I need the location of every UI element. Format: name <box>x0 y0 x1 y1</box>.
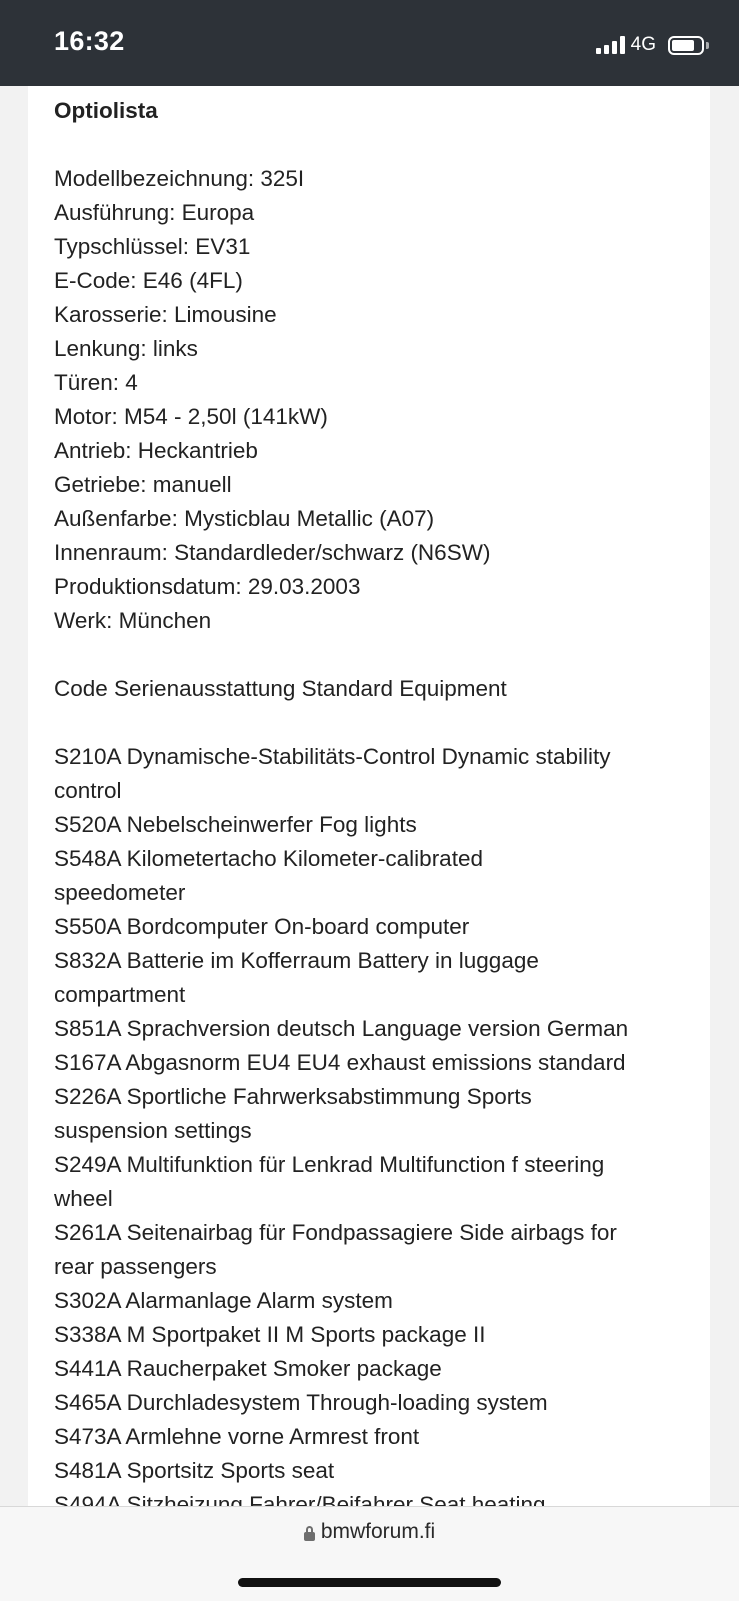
vehicle-info-line: Lenkung: links <box>54 336 198 361</box>
equipment-line: S441A Raucherpaket Smoker package <box>54 1356 442 1381</box>
post-title: Optiolista <box>54 98 158 123</box>
status-time: 16:32 <box>54 26 125 56</box>
vehicle-info-line: Antrieb: Heckantrieb <box>54 438 258 463</box>
equipment-line: control <box>54 778 122 803</box>
equipment-line: S167A Abgasnorm EU4 EU4 exhaust emission… <box>54 1050 626 1075</box>
equipment-line: S465A Durchladesystem Through-loading sy… <box>54 1390 548 1415</box>
equipment-line: S851A Sprachversion deutsch Language ver… <box>54 1016 629 1041</box>
equipment-line: S338A M Sportpaket II M Sports package I… <box>54 1322 486 1347</box>
status-bar: 16:32 4G <box>0 0 739 86</box>
network-type: 4G <box>630 34 656 55</box>
equipment-line: suspension settings <box>54 1118 252 1143</box>
vehicle-info-line: Modellbezeichnung: 325I <box>54 166 305 191</box>
vehicle-info-line: Türen: 4 <box>54 370 138 395</box>
equipment-line: compartment <box>54 982 186 1007</box>
forum-post: Optiolista Modellbezeichnung: 325I Ausfü… <box>28 86 710 1506</box>
vehicle-info-line: Getriebe: manuell <box>54 472 232 497</box>
browser-bottom-bar: bmwforum.fi <box>0 1506 739 1601</box>
vehicle-info-line: Karosserie: Limousine <box>54 302 277 327</box>
equipment-heading: Code Serienausstattung Standard Equipmen… <box>54 676 507 701</box>
equipment-line: S832A Batterie im Kofferraum Battery in … <box>54 948 539 973</box>
vehicle-info-line: Werk: München <box>54 608 212 633</box>
equipment-line: rear passengers <box>54 1254 217 1279</box>
vehicle-info-line: Motor: M54 - 2,50l (141kW) <box>54 404 328 429</box>
equipment-line: S548A Kilometertacho Kilometer-calibrate… <box>54 846 483 871</box>
page-content[interactable]: Optiolista Modellbezeichnung: 325I Ausfü… <box>0 86 739 1506</box>
vehicle-info-line: E-Code: E46 (4FL) <box>54 268 243 293</box>
equipment-line: S261A Seitenairbag für Fondpassagiere Si… <box>54 1220 617 1245</box>
vehicle-info-line: Außenfarbe: Mysticblau Metallic (A07) <box>54 506 435 531</box>
status-indicators: 4G <box>595 32 709 58</box>
cellular-signal-icon <box>595 36 625 54</box>
vehicle-info-line: Typschlüssel: EV31 <box>54 234 251 259</box>
equipment-line: S520A Nebelscheinwerfer Fog lights <box>54 812 417 837</box>
url-text[interactable]: bmwforum.fi <box>321 1520 435 1544</box>
equipment-line: S494A Sitzheizung Fahrer/Beifahrer Seat … <box>54 1492 546 1506</box>
lock-icon <box>303 1526 315 1541</box>
equipment-line: S473A Armlehne vorne Armrest front <box>54 1424 420 1449</box>
equipment-line: wheel <box>54 1186 113 1211</box>
equipment-line: S550A Bordcomputer On-board computer <box>54 914 470 939</box>
vehicle-info-line: Innenraum: Standardleder/schwarz (N6SW) <box>54 540 491 565</box>
equipment-line: speedometer <box>54 880 186 905</box>
equipment-line: S226A Sportliche Fahrwerksabstimmung Spo… <box>54 1084 532 1109</box>
vehicle-info-line: Produktionsdatum: 29.03.2003 <box>54 574 361 599</box>
equipment-line: S249A Multifunktion für Lenkrad Multifun… <box>54 1152 605 1177</box>
vehicle-info-line: Ausführung: Europa <box>54 200 255 225</box>
post-body: Optiolista Modellbezeichnung: 325I Ausfü… <box>54 94 704 1506</box>
address-bar[interactable]: bmwforum.fi <box>0 1517 739 1547</box>
equipment-line: S481A Sportsitz Sports seat <box>54 1458 335 1483</box>
home-indicator[interactable] <box>238 1578 501 1587</box>
equipment-line: S210A Dynamische-Stabilitäts-Control Dyn… <box>54 744 611 769</box>
equipment-line: S302A Alarmanlage Alarm system <box>54 1288 393 1313</box>
battery-icon <box>668 35 709 55</box>
